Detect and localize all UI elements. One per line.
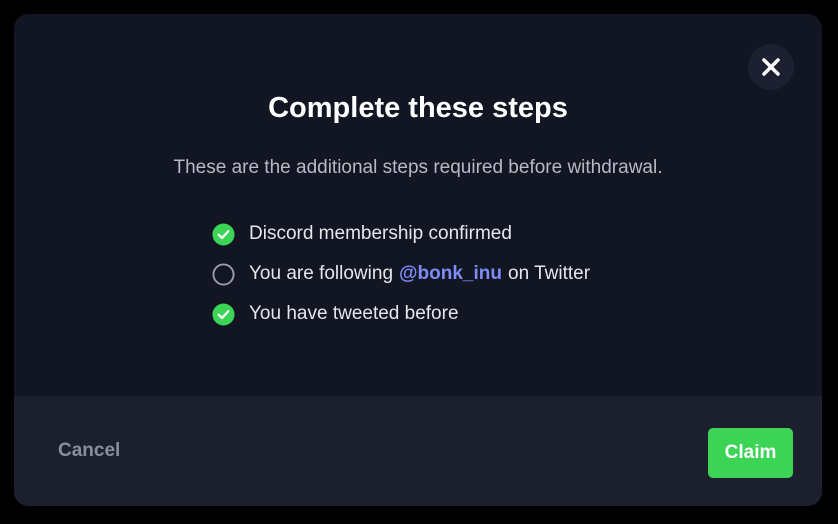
check-circle-icon [212, 222, 235, 246]
step-label-suffix: on Twitter [508, 263, 591, 284]
close-icon [762, 58, 780, 76]
empty-circle-icon [212, 262, 235, 286]
step-item-discord: Discord membership confirmed [212, 214, 590, 254]
check-circle-icon [212, 302, 235, 326]
step-label: You have tweeted before [249, 303, 459, 324]
step-label-prefix: You are following [249, 263, 394, 284]
modal-footer: Cancel Claim [14, 396, 822, 506]
steps-list: Discord membership confirmed You are fol… [212, 214, 590, 334]
step-item-tweeted: You have tweeted before [212, 294, 590, 334]
modal-subtitle: These are the additional steps required … [173, 157, 663, 178]
twitter-handle-link[interactable]: @bonk_inu [399, 263, 502, 285]
modal-title: Complete these steps [268, 92, 568, 124]
claim-button[interactable]: Claim [708, 428, 793, 478]
step-label: Discord membership confirmed [249, 223, 512, 244]
steps-modal: Complete these steps These are the addit… [14, 14, 822, 506]
cancel-button[interactable]: Cancel [58, 440, 120, 462]
close-button[interactable] [748, 44, 794, 90]
step-item-twitter-follow: You are following @bonk_inu on Twitter [212, 254, 590, 294]
